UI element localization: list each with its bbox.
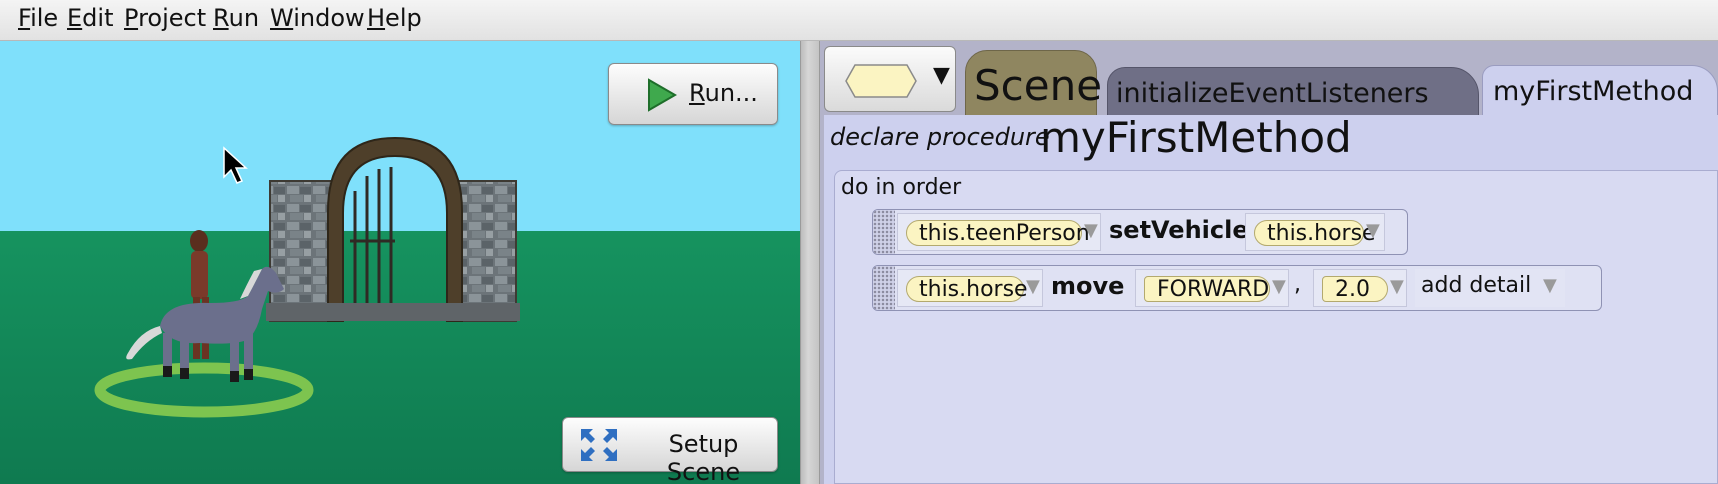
- add-detail-label: add detail: [1421, 273, 1532, 298]
- amount-slot[interactable]: 2.0 ▼: [1313, 269, 1407, 307]
- direction-slot[interactable]: FORWARD ▼: [1135, 269, 1289, 307]
- setup-scene-label: Setup Scene: [666, 430, 741, 484]
- chevron-down-icon[interactable]: ▼: [1272, 276, 1286, 297]
- run-button[interactable]: Run...: [608, 63, 778, 125]
- menu-window[interactable]: Window: [270, 4, 365, 32]
- code-editor: ▼ Scene initializeEventListeners myFirst…: [820, 41, 1718, 484]
- argument-separator: ,: [1294, 272, 1301, 297]
- argument-slot[interactable]: this.horse ▼: [1245, 213, 1385, 251]
- type-selector-dropdown[interactable]: ▼: [824, 46, 956, 112]
- do-in-order-label: do in order: [841, 175, 962, 200]
- drag-handle[interactable]: [873, 210, 895, 254]
- target-slot[interactable]: this.horse ▼: [897, 269, 1043, 307]
- tab-scene[interactable]: Scene: [965, 50, 1102, 116]
- type-hexagon-icon: [845, 64, 917, 102]
- chevron-down-icon[interactable]: ▼: [1084, 220, 1098, 241]
- expression-pill[interactable]: 2.0: [1322, 276, 1388, 302]
- method-name-title: myFirstMethod: [1040, 113, 1352, 162]
- tab-my-first-method[interactable]: myFirstMethod: [1482, 65, 1718, 116]
- expression-pill[interactable]: FORWARD: [1144, 276, 1270, 302]
- method-keyword: setVehicle: [1109, 216, 1249, 244]
- dropdown-arrow-icon: ▼: [933, 63, 950, 88]
- chevron-down-icon[interactable]: ▼: [1390, 276, 1404, 297]
- method-panel: declare procedure myFirstMethod do in or…: [824, 113, 1718, 484]
- add-detail-dropdown[interactable]: add detail ▼: [1415, 269, 1565, 307]
- run-button-label: Run...: [689, 79, 758, 107]
- chevron-down-icon[interactable]: ▼: [1026, 276, 1040, 297]
- declare-procedure-label: declare procedure: [830, 123, 1050, 151]
- menu-help[interactable]: Help: [367, 4, 422, 32]
- scene-viewport[interactable]: Run... Setup Scene: [0, 41, 800, 484]
- chevron-down-icon[interactable]: ▼: [1366, 220, 1380, 241]
- target-slot[interactable]: this.teenPerson ▼: [897, 213, 1101, 251]
- menu-edit[interactable]: Edit: [67, 4, 113, 32]
- expression-pill[interactable]: this.teenPerson: [906, 220, 1090, 246]
- menu-run[interactable]: Run: [213, 4, 259, 32]
- menu-bar: File Edit Project Run Window Help: [0, 0, 1718, 41]
- chevron-down-icon[interactable]: ▼: [1543, 275, 1557, 296]
- statement-move[interactable]: this.horse ▼ move FORWARD ▼ , 2.0 ▼ add …: [872, 265, 1602, 311]
- do-in-order-block[interactable]: do in order this.teenPerson ▼ setVehicle…: [834, 170, 1718, 484]
- drag-handle[interactable]: [873, 266, 895, 310]
- method-keyword: move: [1051, 272, 1125, 300]
- menu-project[interactable]: Project: [124, 4, 206, 32]
- menu-file[interactable]: File: [18, 4, 58, 32]
- statement-set-vehicle[interactable]: this.teenPerson ▼ setVehicle this.horse …: [872, 209, 1408, 255]
- expression-pill[interactable]: this.horse: [1254, 220, 1376, 246]
- split-pane-divider[interactable]: [800, 41, 820, 484]
- tab-initialize-event-listeners[interactable]: initializeEventListeners: [1107, 67, 1479, 116]
- expression-pill[interactable]: this.horse: [906, 276, 1028, 302]
- setup-scene-button[interactable]: Setup Scene: [562, 417, 778, 484]
